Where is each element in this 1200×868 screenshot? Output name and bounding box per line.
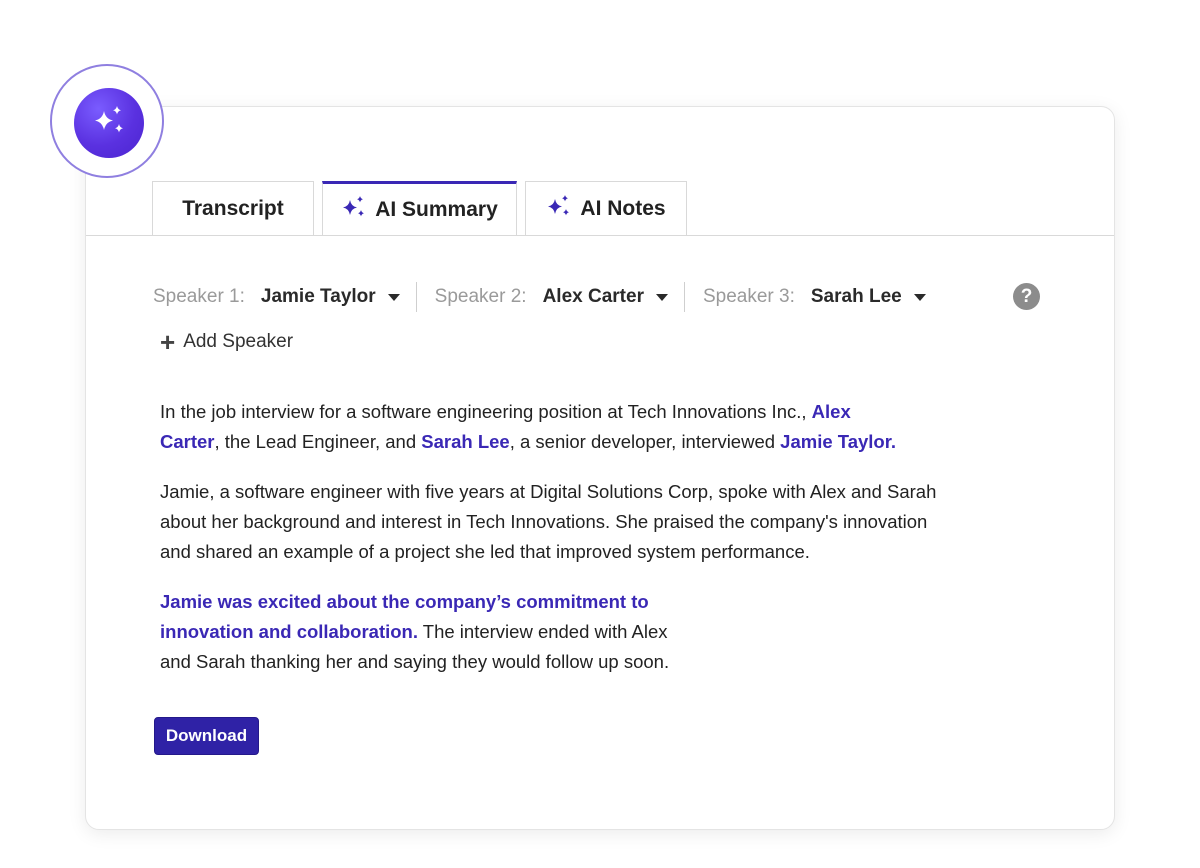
speaker-2-select[interactable]: Speaker 2: Alex Carter <box>435 286 684 308</box>
speaker-link[interactable]: Jamie Taylor <box>780 431 891 452</box>
speaker-label: Speaker 2: <box>434 286 527 307</box>
tab-ai-summary[interactable]: AI Summary <box>322 181 517 235</box>
caret-down-icon[interactable] <box>913 293 926 301</box>
summary-line: Jamie, a software engineer with five yea… <box>160 481 937 502</box>
tab-label: Transcript <box>182 196 284 220</box>
summary-line: and shared an example of a project she l… <box>160 541 810 562</box>
speaker-link[interactable]: Sarah Lee <box>421 431 509 452</box>
speaker-label: Speaker 1: <box>153 286 245 307</box>
summary-line: about her background and interest in Tec… <box>160 511 928 532</box>
summary-paragraph-2: Jamie, a software engineer with five yea… <box>160 477 990 567</box>
speaker-divider <box>415 282 417 312</box>
speaker-link[interactable]: Carter <box>160 431 215 452</box>
summary-paragraph-3: Jamie was excited about the company’s co… <box>160 587 990 677</box>
add-speaker-button[interactable]: + Add Speaker <box>160 327 294 357</box>
tab-ai-notes[interactable]: AI Notes <box>525 181 687 235</box>
tab-label: AI Summary <box>375 197 498 221</box>
summary-line: and Sarah thanking her and saying they w… <box>160 651 670 672</box>
highlight-text: innovation and collaboration. <box>160 621 418 642</box>
speaker-1-select[interactable]: Speaker 1: Jamie Taylor <box>153 286 416 308</box>
speaker-name: Jamie Taylor <box>260 286 376 307</box>
summary-paragraph-1: In the job interview for a software engi… <box>160 397 990 457</box>
speaker-divider <box>683 282 685 312</box>
speaker-link[interactable]: Alex <box>812 401 851 422</box>
caret-down-icon[interactable] <box>655 293 668 301</box>
summary-text-span: . <box>890 431 897 452</box>
sparkle-badge-icon <box>74 88 144 158</box>
download-button[interactable]: Download <box>154 717 259 755</box>
speaker-row: Speaker 1: Jamie Taylor Speaker 2: Alex … <box>153 282 1053 312</box>
summary-text-span: , a senior developer, interviewed <box>509 431 781 452</box>
summary-text-span: In the job interview for a software engi… <box>160 401 812 422</box>
speaker-name: Alex Carter <box>542 286 644 307</box>
plus-icon: + <box>160 327 176 357</box>
highlight-text: Jamie was excited about the company’s co… <box>160 591 649 612</box>
speaker-label: Speaker 3: <box>702 286 795 307</box>
help-icon[interactable]: ? <box>1013 283 1040 310</box>
speaker-3-select[interactable]: Speaker 3: Sarah Lee <box>703 286 942 308</box>
tab-label: AI Notes <box>580 196 666 220</box>
add-speaker-label: Add Speaker <box>183 331 294 352</box>
caret-down-icon[interactable] <box>387 293 400 301</box>
ai-badge <box>50 64 164 178</box>
sparkle-icon <box>341 194 367 226</box>
summary-text: In the job interview for a software engi… <box>160 397 990 697</box>
speaker-name: Sarah Lee <box>810 286 902 307</box>
summary-text-span: , the Lead Engineer, and <box>214 431 422 452</box>
tab-divider <box>86 235 1114 236</box>
sparkle-icon <box>546 193 572 225</box>
summary-text-span: The interview ended with Alex <box>417 621 668 642</box>
tab-transcript[interactable]: Transcript <box>152 181 314 235</box>
